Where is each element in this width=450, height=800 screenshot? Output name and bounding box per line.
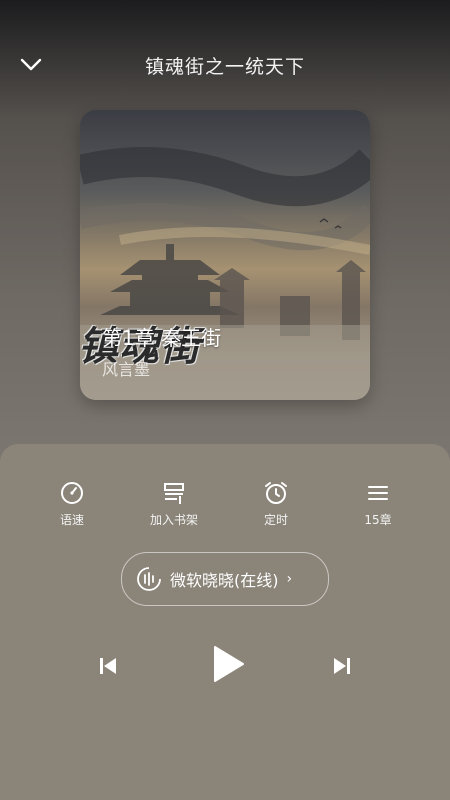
bookshelf-icon	[164, 483, 184, 504]
book-cover: 镇魂街 第1章 秦王街 风言墨	[80, 110, 370, 400]
previous-chapter-button[interactable]	[94, 652, 122, 680]
next-chapter-button[interactable]	[328, 652, 356, 680]
player-panel: 语速 加入书架 定时 15章 微软晓晓(在线) ›	[0, 444, 450, 800]
play-icon	[214, 646, 244, 682]
chapter-list-button[interactable]: 15章	[333, 478, 423, 528]
chevron-right-icon: ›	[286, 571, 293, 587]
timer-button[interactable]: 定时	[231, 478, 321, 528]
chapter-list-icon	[368, 486, 388, 500]
add-to-bookshelf-button[interactable]: 加入书架	[129, 478, 219, 528]
skip-next-icon	[334, 658, 350, 674]
speed-button[interactable]: 语速	[27, 478, 117, 528]
voice-name: 微软晓晓(在线)	[170, 571, 279, 590]
timer-label: 定时	[263, 513, 288, 527]
playback-controls	[0, 640, 450, 700]
speed-label: 语速	[59, 513, 84, 527]
voice-selector-button[interactable]: 微软晓晓(在线) ›	[121, 552, 329, 606]
page-title: 镇魂街之一统天下	[144, 56, 305, 78]
speed-icon	[61, 482, 83, 504]
play-button[interactable]	[206, 642, 250, 686]
chapter-count-label: 15章	[364, 513, 392, 527]
alarm-clock-icon	[265, 482, 287, 504]
voice-wave-icon	[137, 567, 161, 591]
author-name: 风言墨	[102, 360, 151, 379]
tool-row: 语速 加入书架 定时 15章	[0, 478, 450, 538]
skip-previous-icon	[100, 658, 116, 674]
bookshelf-label: 加入书架	[149, 513, 198, 527]
chapter-title: 第1章 秦王街	[102, 326, 222, 350]
